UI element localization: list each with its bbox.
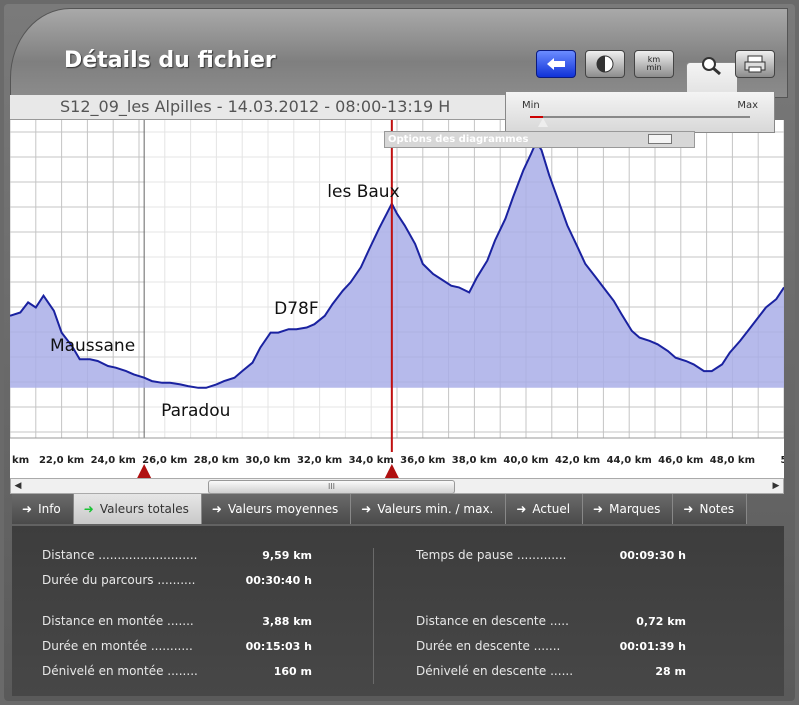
- stat-value: 9,59 km: [262, 549, 312, 562]
- x-tick-label: 38,0 km: [452, 455, 497, 466]
- zoom-slider-track[interactable]: [530, 116, 750, 118]
- stat-value: 0,72 km: [636, 615, 686, 628]
- stat-label: Durée en montée ...........: [42, 639, 193, 653]
- chart-annotation: les Baux: [327, 182, 399, 202]
- x-tick-label: 30,0 km: [245, 455, 290, 466]
- subtitle-bar: S12_09_les Alpilles - 14.03.2012 - 08:00…: [10, 95, 505, 120]
- unit-toggle-button[interactable]: km min: [634, 50, 674, 78]
- arrow-left-icon: [547, 58, 565, 70]
- stat-label: Dénivelé en montée ........: [42, 664, 198, 678]
- x-tick-label: 48,0 km: [710, 455, 755, 466]
- tab-label: Info: [38, 502, 61, 516]
- stat-label: Durée en descente .......: [416, 639, 561, 653]
- tab-arrow-icon: ➜: [683, 502, 694, 516]
- stat-label: Durée du parcours ..........: [42, 573, 196, 587]
- x-tick-label: 22,0 km: [39, 455, 84, 466]
- tab-arrow-icon: ➜: [516, 502, 527, 516]
- x-tick-label: 44,0 km: [607, 455, 652, 466]
- x-tick-label: 28,0 km: [194, 455, 239, 466]
- tab-label: Valeurs totales: [99, 502, 189, 516]
- tab-label: Actuel: [532, 502, 571, 516]
- zoom-tab[interactable]: [686, 57, 738, 95]
- stat-value: 00:01:39 h: [619, 640, 686, 653]
- chart-options-collapse-button[interactable]: [648, 134, 672, 144]
- magnifier-icon: [702, 57, 721, 75]
- tab-label: Marques: [609, 502, 661, 516]
- unit-bottom-label: min: [646, 63, 662, 72]
- stat-label: Distance en descente .....: [416, 614, 569, 628]
- stat-value: 00:15:03 h: [245, 640, 312, 653]
- stat-label: Dénivelé en descente ......: [416, 664, 574, 678]
- x-tick-label: 26,0 km: [142, 455, 187, 466]
- stat-value: 00:09:30 h: [619, 549, 686, 562]
- window-title: Détails du fichier: [64, 48, 276, 73]
- unit-toggle-icon: km min: [646, 56, 661, 72]
- scroll-left-arrow-icon[interactable]: ◀: [11, 479, 25, 493]
- chart-options-bar[interactable]: Options des diagrammes: [384, 131, 695, 148]
- chart-options-title: Options des diagrammes: [388, 134, 529, 145]
- chart-annotation: Maussane: [50, 336, 135, 356]
- tab-valeurs-totales[interactable]: ➜ Valeurs totales: [73, 494, 202, 524]
- stat-label: Temps de pause .............: [416, 548, 567, 562]
- x-tick-label: 32,0 km: [297, 455, 342, 466]
- print-button[interactable]: [735, 50, 775, 78]
- tab-arrow-icon: ➜: [593, 502, 604, 516]
- chart-scrollbar[interactable]: ◀ III ▶: [10, 478, 784, 494]
- tab-label: Valeurs min. / max.: [377, 502, 494, 516]
- zoom-slider-thumb[interactable]: [538, 118, 549, 127]
- slider-max-label: Max: [737, 100, 758, 111]
- x-tick-label: 46,0 km: [658, 455, 703, 466]
- x-tick-label: 0,0 km: [10, 455, 29, 466]
- stat-label: Distance ..........................: [42, 548, 198, 562]
- elevation-chart-svg: 0,0 km 22,0 km 24,0 km 26,0 km 28,0 km 30,0 k…: [0, 120, 788, 478]
- file-subtitle: S12_09_les Alpilles - 14.03.2012 - 08:00…: [60, 97, 451, 116]
- stat-label: Distance en montée .......: [42, 614, 194, 628]
- x-tick-label: 36,0 km: [400, 455, 445, 466]
- chart-annotation: D78F: [274, 299, 319, 319]
- detail-tabs: ➜ Info ➜ Valeurs totales ➜ Valeurs moyennes ➜ V…: [12, 494, 748, 526]
- stat-value: 3,88 km: [262, 615, 312, 628]
- x-tick-label: 34,0 km: [349, 455, 394, 466]
- tab-label: Valeurs moyennes: [227, 502, 339, 516]
- tab-info[interactable]: ➜ Info: [12, 494, 74, 524]
- zoom-slider-panel: Min Max: [505, 92, 775, 133]
- compare-button[interactable]: [585, 50, 625, 78]
- stats-divider: [373, 548, 374, 684]
- x-tick-label: 5: [781, 455, 784, 466]
- elevation-chart[interactable]: 0,0 km 22,0 km 24,0 km 26,0 km 28,0 km 30,0 k…: [0, 120, 788, 478]
- x-tick-label: 24,0 km: [91, 455, 136, 466]
- x-tick-label: 40,0 km: [503, 455, 548, 466]
- stat-value: 00:30:40 h: [245, 574, 312, 587]
- slider-min-label: Min: [522, 100, 540, 111]
- tab-valeurs-moyennes[interactable]: ➜ Valeurs moyennes: [201, 494, 352, 524]
- scroll-right-arrow-icon[interactable]: ▶: [769, 479, 783, 493]
- tab-arrow-icon: ➜: [22, 502, 33, 516]
- tab-valeurs-min-max[interactable]: ➜ Valeurs min. / max.: [351, 494, 507, 524]
- tab-marques[interactable]: ➜ Marques: [583, 494, 674, 524]
- tab-actuel[interactable]: ➜ Actuel: [506, 494, 584, 524]
- stats-panel: Distance .......................... 9,59 …: [12, 526, 784, 696]
- tab-arrow-icon: ➜: [83, 502, 94, 516]
- tab-arrow-icon: ➜: [211, 502, 222, 516]
- back-button[interactable]: [536, 50, 576, 78]
- x-tick-label: 42,0 km: [555, 455, 600, 466]
- chart-annotation: Paradou: [161, 401, 230, 421]
- stat-value: 28 m: [655, 665, 686, 678]
- half-circle-icon: [596, 55, 614, 73]
- scrollbar-thumb[interactable]: III: [208, 480, 455, 494]
- tab-arrow-icon: ➜: [361, 502, 372, 516]
- printer-icon: [744, 55, 766, 73]
- tab-label: Notes: [699, 502, 735, 516]
- stat-value: 160 m: [273, 665, 312, 678]
- tab-notes[interactable]: ➜ Notes: [673, 494, 748, 524]
